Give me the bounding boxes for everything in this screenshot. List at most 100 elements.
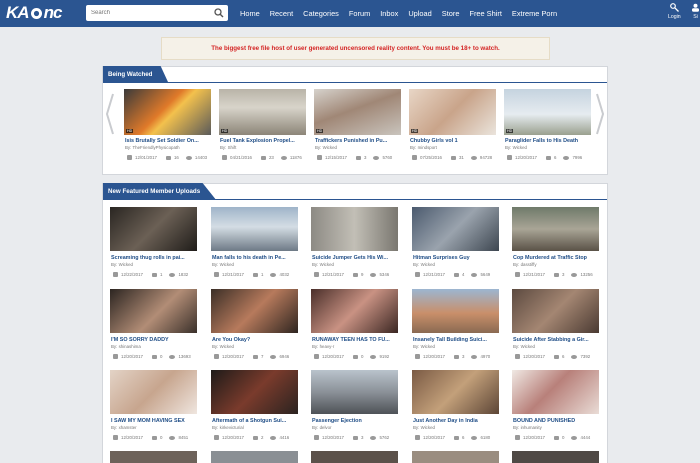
video-uploader[interactable]: By: kirkevicturial	[212, 425, 244, 430]
video-uploader[interactable]: By: Wicked	[212, 344, 234, 349]
video-comments: 3	[360, 435, 364, 440]
video-title[interactable]: Hitman Surprises Guy	[413, 255, 499, 261]
nav-store[interactable]: Store	[442, 9, 460, 18]
video-title[interactable]: Insanely Tall Building Suici...	[413, 337, 499, 343]
arrow-left-icon[interactable]	[105, 92, 115, 136]
video-thumbnail[interactable]	[211, 207, 298, 251]
video-uploader[interactable]: By: xhamster	[111, 425, 137, 430]
video-stats: 12/20/2017 2 4416	[214, 435, 289, 440]
video-uploader[interactable]: By: Wicked	[513, 344, 535, 349]
video-title[interactable]: Chubby Girls vol 1	[410, 138, 496, 144]
video-uploader[interactable]: By: Wicked	[413, 262, 435, 267]
video-title[interactable]: Isis Brutally Set Soldier On...	[125, 138, 211, 144]
video-title[interactable]: Screaming thug rolls in pai...	[111, 255, 197, 261]
comment-icon	[553, 272, 559, 277]
thumbnail-image	[504, 89, 591, 135]
video-views: 6180	[480, 435, 491, 440]
arrow-right-icon[interactable]	[595, 92, 605, 136]
nav-free-shirt[interactable]: Free Shirt	[469, 9, 501, 18]
video-uploader[interactable]: By: Wicked	[212, 262, 234, 267]
video-thumbnail[interactable]: HD	[314, 89, 401, 135]
video-thumbnail[interactable]	[311, 207, 398, 251]
age-warning-banner: The biggest free file host of user gener…	[161, 37, 550, 60]
video-thumbnail[interactable]: HD	[409, 89, 496, 135]
video-views: 9192	[379, 354, 390, 359]
video-thumbnail[interactable]	[512, 370, 599, 414]
eye-icon	[571, 435, 578, 440]
nav-home[interactable]: Home	[240, 9, 260, 18]
video-thumbnail[interactable]	[412, 289, 499, 333]
video-thumbnail[interactable]	[512, 451, 599, 463]
video-uploader[interactable]: By: shinashima	[111, 344, 141, 349]
video-date: 12/20/2017	[523, 435, 545, 440]
video-comments: 1	[159, 272, 163, 277]
video-title[interactable]: Cop Murdered at Traffic Stop	[513, 255, 599, 261]
video-thumbnail[interactable]	[311, 451, 398, 463]
video-uploader[interactable]: By: Wicked	[505, 145, 527, 150]
video-uploader[interactable]: By: Wicked	[413, 344, 435, 349]
video-thumbnail[interactable]	[110, 289, 197, 333]
video-uploader[interactable]: By: Wicked	[413, 425, 435, 430]
nav-recent[interactable]: Recent	[270, 9, 293, 18]
thumbnail-image	[211, 370, 298, 414]
video-thumbnail[interactable]	[412, 207, 499, 251]
video-title[interactable]: Fuel Tank Explosion Propel...	[220, 138, 306, 144]
video-thumbnail[interactable]	[412, 370, 499, 414]
video-title[interactable]: I'M SO SORRY DADDY	[111, 337, 197, 343]
video-thumbnail[interactable]	[311, 370, 398, 414]
video-uploader[interactable]: By: TheFriendlyPhysicopath	[125, 145, 180, 150]
video-title[interactable]: Traffickers Punished in Pu...	[315, 138, 401, 144]
nav-upload[interactable]: Upload	[408, 9, 431, 18]
nav-categories[interactable]: Categories	[303, 9, 339, 18]
video-title[interactable]: Suicide Jumper Gets His Wi...	[312, 255, 398, 261]
video-thumbnail[interactable]	[311, 289, 398, 333]
video-thumbnail[interactable]	[412, 451, 499, 463]
nav-inbox[interactable]: Inbox	[380, 9, 398, 18]
thumbnail-image	[110, 289, 197, 333]
video-uploader[interactable]: By: heavy-r	[312, 344, 334, 349]
video-thumbnail[interactable]	[211, 289, 298, 333]
video-title[interactable]: Passenger Ejection	[312, 418, 398, 424]
video-thumbnail[interactable]	[110, 207, 197, 251]
video-title[interactable]: Are You Okay?	[212, 337, 298, 343]
video-title[interactable]: BOUND AND PUNISHED	[513, 418, 599, 424]
video-thumbnail[interactable]	[512, 207, 599, 251]
video-stats: 04/21/2016 23 11876	[222, 155, 302, 160]
video-thumbnail[interactable]: HD	[219, 89, 306, 135]
video-thumbnail[interactable]	[110, 370, 197, 414]
video-thumbnail[interactable]	[211, 451, 298, 463]
video-uploader[interactable]: By: Wicked	[312, 262, 334, 267]
login-link[interactable]: Login	[668, 3, 681, 20]
video-thumbnail[interactable]: HD	[124, 89, 211, 135]
calendar-icon	[412, 155, 417, 160]
video-title[interactable]: Just Another Day in India	[413, 418, 499, 424]
video-thumbnail[interactable]	[512, 289, 599, 333]
hd-badge: HD	[221, 129, 229, 133]
nav-forum[interactable]: Forum	[349, 9, 370, 18]
video-title[interactable]: I SAW MY MOM HAVING SEX	[111, 418, 197, 424]
video-title[interactable]: Man falls to his death in Pe...	[212, 255, 298, 261]
comment-icon	[545, 155, 551, 160]
signup-link[interactable]: Si	[691, 3, 700, 20]
video-uploader[interactable]: By: Wicked	[111, 262, 133, 267]
video-uploader[interactable]: By: Wicked	[315, 145, 337, 150]
search-icon[interactable]	[214, 8, 224, 18]
video-uploader[interactable]: By: inhumanity	[513, 425, 542, 430]
video-thumbnail[interactable]: HD	[504, 89, 591, 135]
eye-icon	[370, 272, 377, 277]
site-logo[interactable]: KA nc	[6, 2, 62, 24]
video-uploader[interactable]: By: Shift	[220, 145, 236, 150]
video-thumbnail[interactable]	[110, 451, 197, 463]
video-title[interactable]: Paraglider Falls to His Death	[505, 138, 591, 144]
video-comments: 6	[561, 354, 565, 359]
search-input[interactable]	[86, 5, 208, 21]
nav-extreme-porn[interactable]: Extreme Porn	[512, 9, 557, 18]
video-title[interactable]: RUNAWAY TEEN HAS TO FU...	[312, 337, 398, 343]
thumbnail-image	[124, 89, 211, 135]
video-uploader[interactable]: By: dasstiffy	[513, 262, 537, 267]
video-uploader[interactable]: By: mindsport	[410, 145, 437, 150]
video-title[interactable]: Aftermath of a Shotgun Sui...	[212, 418, 298, 424]
video-thumbnail[interactable]	[211, 370, 298, 414]
video-title[interactable]: Suicide After Stabbing a Gir...	[513, 337, 599, 343]
video-uploader[interactable]: By: delvor	[312, 425, 332, 430]
